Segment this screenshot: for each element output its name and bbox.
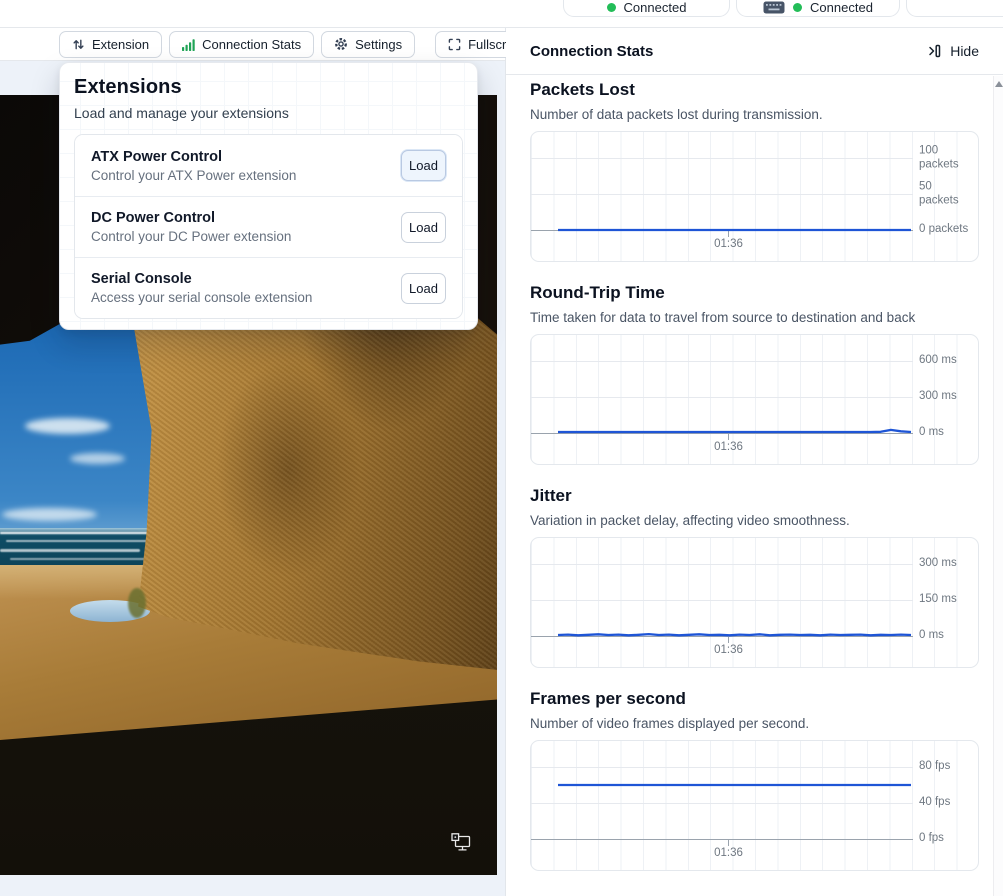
clipped-badge[interactable]: [906, 0, 1003, 17]
chart-section-packets-lost: Packets Lost Number of data packets lost…: [530, 80, 979, 262]
sidebar-title: Connection Stats: [530, 43, 653, 60]
chart-line: [531, 538, 979, 668]
fps-chart: 80 fps40 fps0 fps01:36: [530, 740, 979, 871]
charts-container: Packets Lost Number of data packets lost…: [506, 80, 1003, 871]
gear-icon: [334, 37, 348, 51]
extension-description: Control your DC Power extension: [91, 229, 291, 244]
keyboard-connected-badge[interactable]: Connected: [736, 0, 900, 17]
extensions-title: Extensions: [74, 76, 463, 99]
connection-stats-button-label: Connection Stats: [202, 37, 301, 52]
extensions-popover: Extensions Load and manage your extensio…: [59, 62, 478, 330]
cloud: [2, 508, 97, 521]
sidebar-scrollbar[interactable]: [993, 76, 1003, 896]
status-strip: Connected Connected: [0, 0, 1003, 28]
connection-stats-sidebar: Connection Stats Hide Packets Lost Numbe…: [506, 28, 1003, 896]
extension-button-label: Extension: [92, 37, 149, 52]
badge-label: Connected: [810, 0, 873, 15]
green-status-dot-icon: [607, 3, 616, 12]
arrow-up-down-icon: [72, 38, 85, 51]
chart-section-jitter: Jitter Variation in packet delay, affect…: [530, 486, 979, 668]
list-item-atx-power: ATX Power Control Control your ATX Power…: [75, 135, 462, 196]
hide-sidebar-button[interactable]: Hide: [926, 43, 979, 59]
fullscreen-icon: [448, 38, 461, 51]
badge-label: Connected: [624, 0, 687, 15]
extension-description: Control your ATX Power extension: [91, 168, 296, 183]
extensions-list: ATX Power Control Control your ATX Power…: [74, 134, 463, 319]
settings-button[interactable]: Settings: [321, 31, 415, 58]
moss-patch: [128, 588, 146, 618]
list-item-serial-console: Serial Console Access your serial consol…: [75, 257, 462, 318]
scrollbar-up-arrow-icon[interactable]: [995, 80, 1003, 88]
chart-title: Frames per second: [530, 689, 979, 709]
chart-title: Round-Trip Time: [530, 283, 979, 303]
extension-name: ATX Power Control: [91, 149, 296, 165]
video-pane: Extension Connection Stats Settings Full: [0, 28, 506, 896]
chart-subtitle: Number of video frames displayed per sec…: [530, 716, 979, 731]
chart-subtitle: Time taken for data to travel from sourc…: [530, 310, 979, 325]
extension-button[interactable]: Extension: [59, 31, 162, 58]
video-connected-badge[interactable]: Connected: [563, 0, 730, 17]
extensions-subtitle: Load and manage your extensions: [74, 105, 463, 121]
panel-collapse-icon: [926, 43, 942, 59]
extension-name: Serial Console: [91, 271, 312, 287]
chart-line: [531, 335, 979, 465]
chart-section-round-trip-time: Round-Trip Time Time taken for data to t…: [530, 283, 979, 465]
chart-title: Jitter: [530, 486, 979, 506]
packets-lost-chart: 100 packets50 packets0 packets01:36: [530, 131, 979, 262]
jitter-chart: 300 ms150 ms0 ms01:36: [530, 537, 979, 668]
signal-bars-icon: [182, 38, 195, 51]
chart-subtitle: Number of data packets lost during trans…: [530, 107, 979, 122]
cloud: [70, 453, 125, 464]
connection-stats-button[interactable]: Connection Stats: [169, 31, 314, 58]
app-root: Connected Connected Extension Con: [0, 0, 1003, 896]
hide-button-label: Hide: [950, 43, 979, 59]
extension-name: DC Power Control: [91, 210, 291, 226]
cloud: [25, 418, 110, 434]
load-serial-console-button[interactable]: Load: [401, 273, 446, 304]
load-dc-power-button[interactable]: Load: [401, 212, 446, 243]
chart-subtitle: Variation in packet delay, affecting vid…: [530, 513, 979, 528]
chart-section-fps: Frames per second Number of video frames…: [530, 689, 979, 871]
green-status-dot-icon: [793, 3, 802, 12]
chart-line: [531, 132, 979, 262]
action-toolbar: Extension Connection Stats Settings Full: [0, 28, 505, 61]
chart-line: [531, 741, 979, 871]
extension-description: Access your serial console extension: [91, 290, 312, 305]
list-item-dc-power: DC Power Control Control your DC Power e…: [75, 196, 462, 257]
virtual-display-icon: [450, 833, 473, 858]
settings-button-label: Settings: [355, 37, 402, 52]
round-trip-time-chart: 600 ms300 ms0 ms01:36: [530, 334, 979, 465]
sidebar-header: Connection Stats Hide: [506, 28, 1003, 75]
keyboard-icon: [763, 1, 785, 14]
chart-title: Packets Lost: [530, 80, 979, 100]
load-atx-power-button[interactable]: Load: [401, 150, 446, 181]
